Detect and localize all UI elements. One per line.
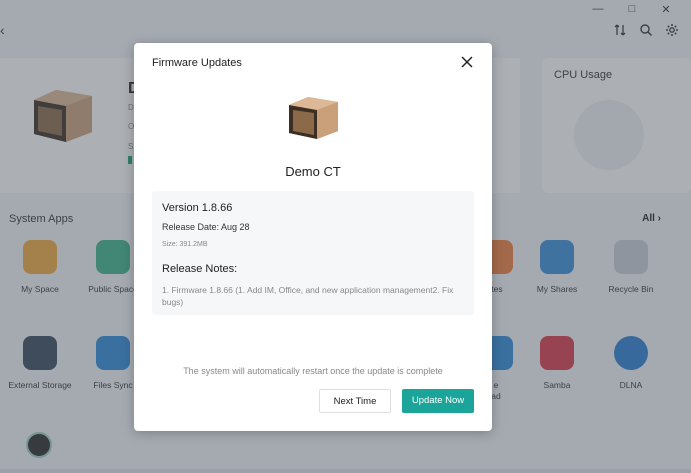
update-now-button[interactable]: Update Now [402, 389, 474, 413]
release-date: Release Date: Aug 28 [162, 222, 250, 232]
release-notes-heading: Release Notes: [162, 263, 238, 275]
device-name: Demo CT [285, 164, 341, 179]
nas-device-image [289, 97, 338, 139]
firmware-info-box: Version 1.8.66 Release Date: Aug 28 Size… [152, 191, 474, 315]
next-time-button[interactable]: Next Time [319, 389, 391, 413]
firmware-size: Size: 391.2MB [162, 241, 208, 248]
close-icon[interactable] [460, 55, 474, 69]
firmware-updates-dialog: Firmware Updates Demo CT Version 1.8.66 … [134, 43, 492, 431]
restart-notice: The system will automatically restart on… [183, 366, 443, 376]
release-notes-body: 1. Firmware 1.8.66 (1. Add IM, Office, a… [162, 285, 454, 307]
dialog-title: Firmware Updates [152, 57, 242, 69]
firmware-version: Version 1.8.66 [162, 202, 233, 214]
